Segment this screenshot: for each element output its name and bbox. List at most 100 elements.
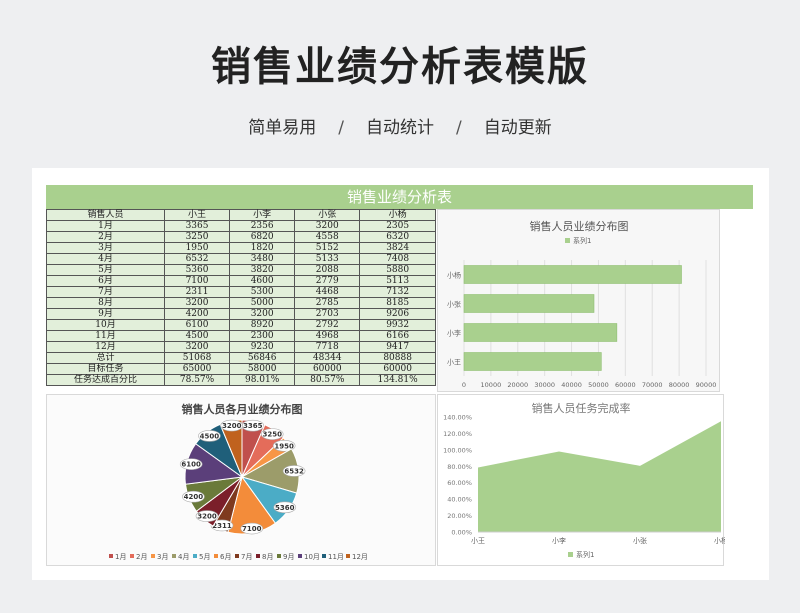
table-row: 3月 1950 1820 5152 3824: [46, 242, 436, 254]
row-label-cell: 6月: [46, 275, 165, 287]
table-row: 5月 5360 3820 2088 5880: [46, 264, 436, 276]
value-cell: 1820: [229, 242, 296, 254]
x-tick-label: 小李: [552, 536, 566, 545]
row-label-cell: 目标任务: [46, 363, 165, 375]
legend-label: 5月: [199, 553, 210, 561]
y-tick-label: 小杨: [447, 271, 461, 280]
legend-swatch: [256, 554, 260, 558]
value-cell: 3365: [163, 220, 231, 232]
legend-swatch: [151, 554, 155, 558]
data-label: 3200: [222, 422, 242, 430]
table-row: 任务达成百分比 78.57% 98.01% 80.57% 134.81%: [46, 374, 436, 386]
bar: [463, 294, 595, 313]
data-label: 4200: [184, 493, 204, 501]
data-label: 6100: [181, 461, 201, 469]
table-row: 7月 2311 5300 4468 7132: [46, 286, 436, 298]
y-tick-label: 60.00%: [447, 479, 472, 487]
value-cell: 7718: [294, 341, 361, 353]
legend-label: 7月: [241, 553, 252, 561]
y-tick-label: 0.00%: [451, 529, 472, 537]
row-label-cell: 9月: [46, 308, 165, 320]
y-tick-label: 140.00%: [443, 414, 472, 422]
x-tick-label: 小张: [633, 536, 647, 545]
y-tick-label: 80.00%: [447, 463, 472, 471]
row-label-cell: 2月: [46, 231, 165, 243]
value-cell: 80888: [359, 352, 436, 364]
value-cell: 60000: [294, 363, 361, 375]
value-cell: 9932: [359, 319, 436, 331]
table-row: 总计 51068 56846 48344 80888: [46, 352, 436, 364]
value-cell: 5000: [229, 297, 296, 309]
value-cell: 5113: [359, 275, 436, 287]
separator: /: [338, 118, 344, 138]
x-tick-label: 70000: [642, 381, 663, 389]
value-cell: 6166: [359, 330, 436, 342]
x-tick-label: 10000: [481, 381, 502, 389]
value-cell: 2703: [294, 308, 361, 320]
tag-easy: 简单易用: [248, 118, 317, 138]
pie-chart: 销售人员各月业绩分布图33653250195065325360710023113…: [109, 402, 368, 561]
value-cell: 7408: [359, 253, 436, 265]
x-tick-label: 90000: [696, 381, 717, 389]
value-cell: 3200: [163, 341, 231, 353]
legend-label: 12月: [352, 553, 368, 561]
data-label: 7100: [242, 525, 262, 533]
value-cell: 3200: [163, 297, 231, 309]
row-label-cell: 任务达成百分比: [46, 374, 165, 386]
value-cell: 7132: [359, 286, 436, 298]
value-cell: 9206: [359, 308, 436, 320]
table-row: 4月 6532 3480 5133 7408: [46, 253, 436, 265]
y-tick-label: 100.00%: [443, 446, 472, 454]
legend-label: 8月: [262, 553, 273, 561]
data-label: 3250: [262, 431, 282, 439]
sheet-title: 销售业绩分析表: [46, 185, 753, 209]
value-cell: 48344: [294, 352, 361, 364]
legend-label: 9月: [283, 553, 294, 561]
value-cell: 3480: [229, 253, 296, 265]
bar: [463, 323, 618, 342]
table-row: 2月 3250 6820 4558 6320: [46, 231, 436, 243]
y-tick-label: 小张: [447, 300, 461, 309]
legend-swatch: [235, 554, 239, 558]
pie-chart-panel: 销售人员各月业绩分布图 3365 3250 1950 6532 5360 7100 2311 3…: [46, 394, 436, 566]
table-row: 9月 4200 3200 2703 9206: [46, 308, 436, 320]
value-cell: 2356: [229, 220, 296, 232]
value-cell: 98.01%: [229, 374, 296, 386]
value-cell: 2785: [294, 297, 361, 309]
legend-swatch: [277, 554, 281, 558]
y-tick-label: 小李: [447, 329, 461, 338]
value-cell: 4500: [163, 330, 231, 342]
data-label: 3365: [243, 422, 263, 430]
value-cell: 5300: [229, 286, 296, 298]
y-tick-label: 小王: [447, 358, 461, 367]
value-cell: 2300: [229, 330, 296, 342]
legend-swatch: [130, 554, 134, 558]
legend-swatch: [322, 554, 326, 558]
row-label-cell: 总计: [46, 352, 165, 364]
legend-swatch: [214, 554, 218, 558]
x-tick-label: 小杨: [714, 536, 725, 545]
table-header-cell: 小李: [229, 209, 296, 221]
chart-title: 销售人员任务完成率: [532, 401, 631, 415]
value-cell: 65000: [163, 363, 231, 375]
y-tick-label: 20.00%: [447, 512, 472, 520]
value-cell: 6320: [359, 231, 436, 243]
bar: [463, 352, 602, 371]
legend-label: 11月: [328, 553, 344, 561]
value-cell: 1950: [163, 242, 231, 254]
legend-swatch: [568, 552, 573, 557]
legend-label: 1月: [115, 553, 126, 561]
table-header-row: 销售人员 小王 小李 小张 小杨: [46, 209, 436, 221]
sales-table: 销售人员 小王 小李 小张 小杨 1月 3365 2356 3200 2305 2月 3250 682…: [46, 209, 436, 386]
table-header-cell: 销售人员: [46, 209, 165, 221]
value-cell: 2311: [163, 286, 231, 298]
area-series: [478, 421, 721, 532]
value-cell: 8920: [229, 319, 296, 331]
bar: [463, 265, 682, 284]
value-cell: 4468: [294, 286, 361, 298]
table-header-cell: 小杨: [359, 209, 436, 221]
value-cell: 3200: [229, 308, 296, 320]
x-tick-label: 30000: [534, 381, 555, 389]
row-label-cell: 5月: [46, 264, 165, 276]
data-label: 5360: [275, 504, 295, 512]
